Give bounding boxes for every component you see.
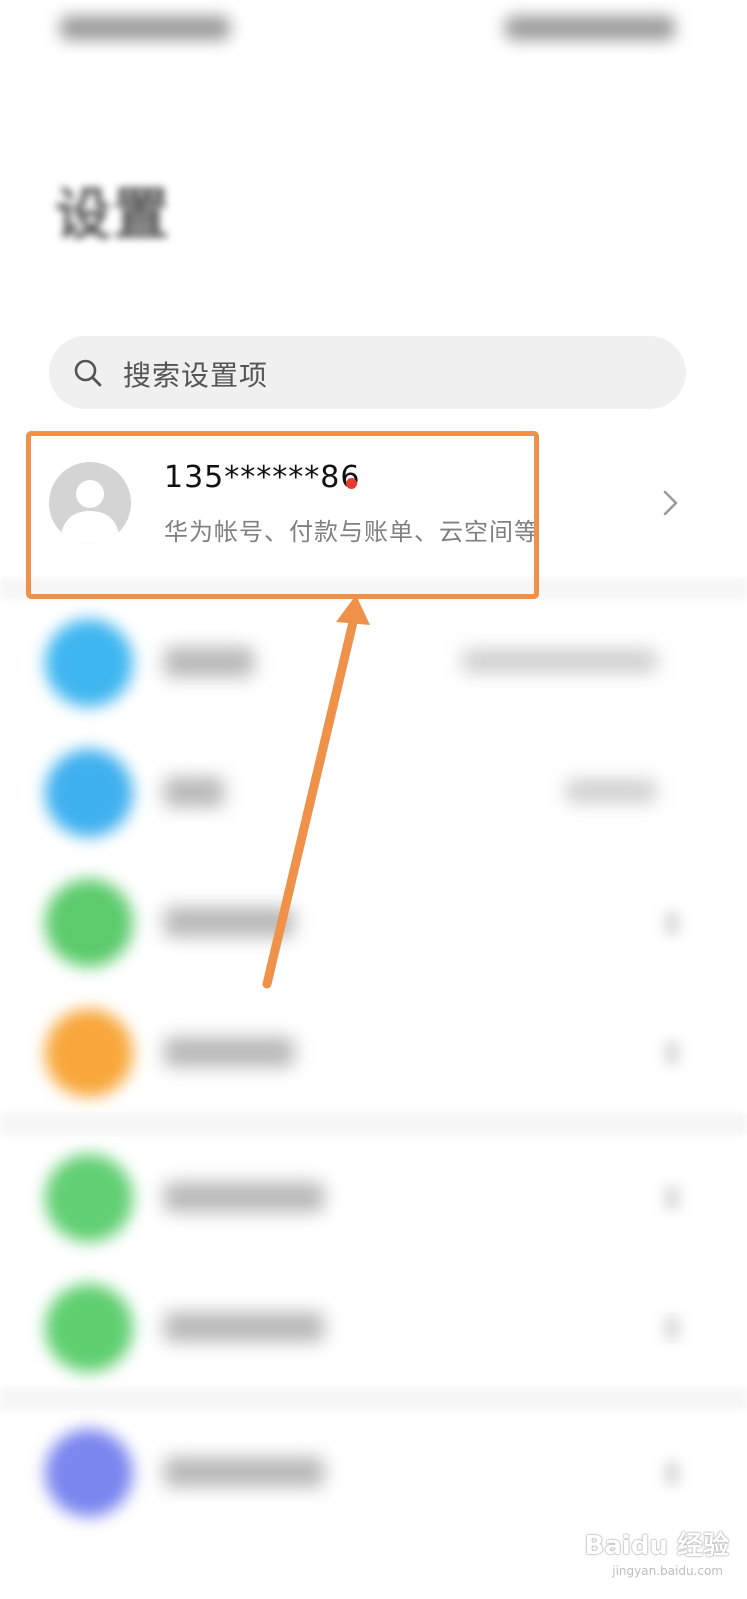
setting-icon [45, 749, 133, 837]
settings-row-3[interactable] [0, 855, 747, 985]
setting-chevron [664, 1186, 680, 1210]
watermark-url: jingyan.baidu.com [612, 1564, 723, 1578]
setting-label [164, 1312, 324, 1342]
settings-row-5[interactable] [0, 1130, 747, 1260]
setting-chevron [664, 1461, 680, 1485]
setting-label [164, 777, 224, 807]
setting-label [164, 1457, 324, 1487]
setting-icon [45, 1284, 133, 1372]
setting-chevron [664, 1041, 680, 1065]
chevron-right-icon [663, 490, 678, 516]
setting-value [462, 649, 657, 673]
annotation-highlight-box [26, 431, 539, 599]
search-icon [74, 359, 102, 387]
settings-row-4[interactable] [0, 985, 747, 1115]
settings-row-1[interactable] [0, 595, 747, 725]
setting-label [164, 1037, 294, 1067]
watermark: Baidu 经验 jingyan.baidu.com [549, 1525, 729, 1585]
setting-icon [45, 879, 133, 967]
search-input[interactable]: 搜索设置项 [49, 336, 686, 409]
setting-label [164, 907, 294, 937]
setting-icon [45, 1009, 133, 1097]
setting-icon [45, 1429, 133, 1517]
status-bar [0, 0, 747, 60]
settings-row-7[interactable] [0, 1405, 747, 1535]
settings-row-2[interactable] [0, 725, 747, 855]
page-title: 设置 [55, 183, 171, 248]
status-time [60, 16, 230, 40]
setting-icon [45, 1154, 133, 1242]
setting-label [164, 1182, 324, 1212]
setting-chevron [664, 911, 680, 935]
setting-label [164, 647, 254, 677]
setting-value [566, 779, 656, 803]
watermark-logo: Baidu 经验 [584, 1531, 729, 1561]
setting-icon [45, 619, 133, 707]
settings-row-6[interactable] [0, 1260, 747, 1390]
setting-chevron [664, 1316, 680, 1340]
status-icons [505, 16, 675, 40]
search-placeholder: 搜索设置项 [123, 359, 269, 392]
